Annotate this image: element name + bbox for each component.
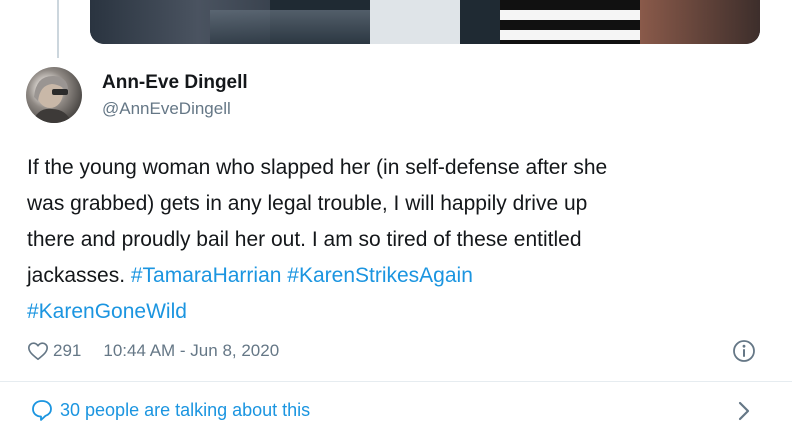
avatar-image [32, 75, 72, 123]
tweet-line: #KarenGoneWild [27, 294, 747, 330]
heart-icon[interactable] [27, 340, 49, 362]
quoted-media-preview[interactable] [90, 0, 760, 44]
tweet-text-segment: was grabbed) gets in any legal trouble, … [27, 192, 588, 215]
hashtag-link[interactable]: #TamaraHarrian [131, 264, 282, 287]
tweet-line: If the young woman who slapped her (in s… [27, 150, 747, 186]
author-name[interactable]: Ann-Eve Dingell [102, 72, 248, 94]
tweet-text-segment: there and proudly bail her out. I am so … [27, 228, 582, 251]
divider [0, 381, 792, 382]
tweet-line: jackasses. #TamaraHarrian #KarenStrikesA… [27, 258, 747, 294]
avatar[interactable] [26, 67, 82, 123]
tweet-line: was grabbed) gets in any legal trouble, … [27, 186, 747, 222]
conversation-label[interactable]: 30 people are talking about this [60, 400, 310, 421]
tweet-line: there and proudly bail her out. I am so … [27, 222, 747, 258]
info-icon[interactable] [732, 339, 756, 363]
speech-bubble-icon [32, 400, 52, 421]
hashtag-link[interactable]: #KarenGoneWild [27, 300, 187, 323]
tweet-text: If the young woman who slapped her (in s… [27, 150, 747, 330]
conversation-link[interactable]: 30 people are talking about this [30, 398, 310, 422]
hashtag-link[interactable]: #KarenStrikesAgain [287, 264, 473, 287]
tweet-text-segment: jackasses. [27, 264, 131, 287]
chevron-right-icon[interactable] [736, 400, 752, 422]
author-handle[interactable]: @AnnEveDingell [102, 99, 231, 119]
thread-connector-line [57, 0, 59, 58]
tweet-timestamp[interactable]: 10:44 AM - Jun 8, 2020 [103, 341, 279, 361]
tweet-meta: 291 10:44 AM - Jun 8, 2020 [27, 339, 279, 363]
like-count[interactable]: 291 [53, 341, 81, 361]
tweet-text-segment: If the young woman who slapped her (in s… [27, 156, 608, 179]
